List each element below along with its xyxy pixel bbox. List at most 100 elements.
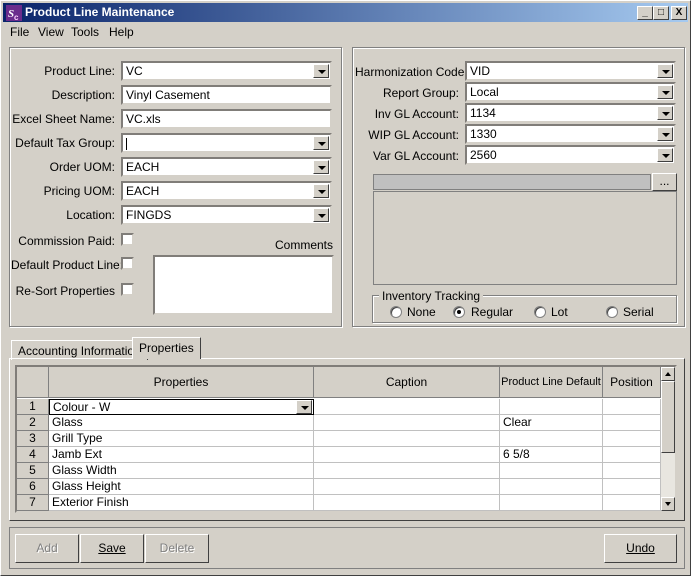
cell-position[interactable] — [603, 415, 661, 431]
commission-paid-label: Commission Paid: — [18, 234, 115, 248]
row-number[interactable]: 4 — [17, 447, 49, 463]
cell-property[interactable]: Jamb Ext — [49, 447, 314, 463]
product-line-label: Product Line: — [44, 64, 115, 78]
cell-position[interactable] — [603, 431, 661, 447]
grid-header-properties[interactable]: Properties — [49, 367, 314, 398]
grid-header-caption[interactable]: Caption — [314, 367, 500, 398]
undo-button[interactable]: Undo — [604, 534, 677, 563]
inv-gl-dropdown-icon[interactable] — [657, 106, 673, 120]
radio-lot[interactable] — [534, 306, 546, 318]
row-number[interactable]: 6 — [17, 479, 49, 495]
cell-default[interactable]: 6 5/8 — [500, 447, 603, 463]
location-dropdown-icon[interactable] — [313, 208, 329, 222]
cell-property[interactable]: Exterior Finish — [49, 495, 314, 511]
cell-property[interactable]: Glass Width — [49, 463, 314, 479]
product-line-combo[interactable]: VC — [121, 61, 332, 81]
menu-help[interactable]: Help — [109, 25, 134, 39]
pricing-uom-combo[interactable]: EACH — [121, 181, 332, 201]
var-gl-value: 2560 — [470, 148, 497, 162]
report-group-dropdown-icon[interactable] — [657, 85, 673, 99]
cell-default[interactable] — [500, 479, 603, 495]
pricing-uom-dropdown-icon[interactable] — [313, 184, 329, 198]
commission-paid-checkbox[interactable] — [121, 233, 134, 246]
cell-caption[interactable] — [314, 479, 500, 495]
menu-file[interactable]: File — [10, 25, 29, 39]
tax-group-dropdown-icon[interactable] — [313, 136, 329, 150]
grid-scrollbar[interactable] — [661, 367, 675, 511]
cell-default[interactable]: Clear — [500, 415, 603, 431]
menu-view[interactable]: View — [38, 25, 64, 39]
inv-gl-label: Inv GL Account: — [374, 107, 459, 121]
browse-button[interactable]: ... — [652, 173, 677, 191]
excel-sheet-field[interactable]: VC.xls — [121, 109, 332, 129]
product-line-dropdown-icon[interactable] — [313, 64, 329, 78]
text-cursor — [126, 137, 127, 150]
cell-caption[interactable] — [314, 431, 500, 447]
row-number[interactable]: 5 — [17, 463, 49, 479]
row-number[interactable]: 7 — [17, 495, 49, 511]
cell-property[interactable]: Grill Type — [49, 431, 314, 447]
cell-position[interactable] — [603, 399, 661, 415]
grid-header-default[interactable]: Product Line Default — [500, 367, 603, 398]
save-button[interactable]: Save — [80, 534, 144, 563]
grid-header-position[interactable]: Position — [603, 367, 661, 398]
cell-caption[interactable] — [314, 399, 500, 415]
radio-lot-label: Lot — [551, 305, 568, 319]
menu-tools[interactable]: Tools — [71, 25, 99, 39]
title-bar[interactable]: S c Product Line Maintenance _ □ X — [3, 3, 688, 22]
cell-default[interactable] — [500, 431, 603, 447]
delete-button[interactable]: Delete — [145, 534, 209, 563]
description-value: Vinyl Casement — [126, 88, 210, 102]
cell-dropdown-icon[interactable] — [296, 400, 312, 414]
inv-gl-combo[interactable]: 1134 — [465, 103, 676, 123]
description-field[interactable]: Vinyl Casement — [121, 85, 332, 105]
cell-caption[interactable] — [314, 495, 500, 511]
table-row-property[interactable]: Colour - W — [49, 399, 314, 415]
radio-none[interactable] — [390, 306, 402, 318]
comments-label: Comments — [274, 238, 333, 252]
cell-property[interactable]: Glass Height — [49, 479, 314, 495]
close-button[interactable]: X — [671, 6, 687, 20]
scroll-thumb[interactable] — [661, 381, 675, 453]
wip-gl-combo[interactable]: 1330 — [465, 124, 676, 144]
cell-caption[interactable] — [314, 415, 500, 431]
cell-position[interactable] — [603, 447, 661, 463]
radio-regular[interactable] — [453, 306, 465, 318]
cell-default[interactable] — [500, 463, 603, 479]
tab-properties[interactable]: Properties — [132, 337, 201, 359]
var-gl-label: Var GL Account: — [372, 149, 459, 163]
location-combo[interactable]: FINGDS — [121, 205, 332, 225]
comments-textarea[interactable] — [153, 255, 334, 315]
scroll-up-icon[interactable] — [661, 367, 675, 381]
row-number[interactable]: 3 — [17, 431, 49, 447]
row-number[interactable]: 1 — [17, 399, 49, 415]
cell-default[interactable] — [500, 495, 603, 511]
pricing-uom-label: Pricing UOM: — [43, 184, 115, 198]
tax-group-combo[interactable] — [121, 133, 332, 153]
order-uom-dropdown-icon[interactable] — [313, 160, 329, 174]
scroll-down-icon[interactable] — [661, 497, 675, 511]
harmonization-combo[interactable]: VID — [465, 61, 676, 81]
resort-properties-checkbox[interactable] — [121, 283, 134, 296]
default-product-line-checkbox[interactable] — [121, 257, 134, 270]
cell-position[interactable] — [603, 495, 661, 511]
tab-accounting-information[interactable]: Accounting Information — [11, 340, 148, 360]
harmonization-dropdown-icon[interactable] — [657, 64, 673, 78]
order-uom-combo[interactable]: EACH — [121, 157, 332, 177]
add-button[interactable]: Add — [15, 534, 79, 563]
var-gl-combo[interactable]: 2560 — [465, 145, 676, 165]
row-number[interactable]: 2 — [17, 415, 49, 431]
path-field[interactable] — [373, 174, 651, 190]
cell-caption[interactable] — [314, 447, 500, 463]
cell-position[interactable] — [603, 479, 661, 495]
cell-caption[interactable] — [314, 463, 500, 479]
cell-default[interactable] — [500, 399, 603, 415]
cell-property[interactable]: Glass — [49, 415, 314, 431]
maximize-button[interactable]: □ — [653, 6, 669, 20]
report-group-combo[interactable]: Local — [465, 82, 676, 102]
radio-serial[interactable] — [606, 306, 618, 318]
var-gl-dropdown-icon[interactable] — [657, 148, 673, 162]
wip-gl-dropdown-icon[interactable] — [657, 127, 673, 141]
minimize-button[interactable]: _ — [637, 6, 653, 20]
cell-position[interactable] — [603, 463, 661, 479]
